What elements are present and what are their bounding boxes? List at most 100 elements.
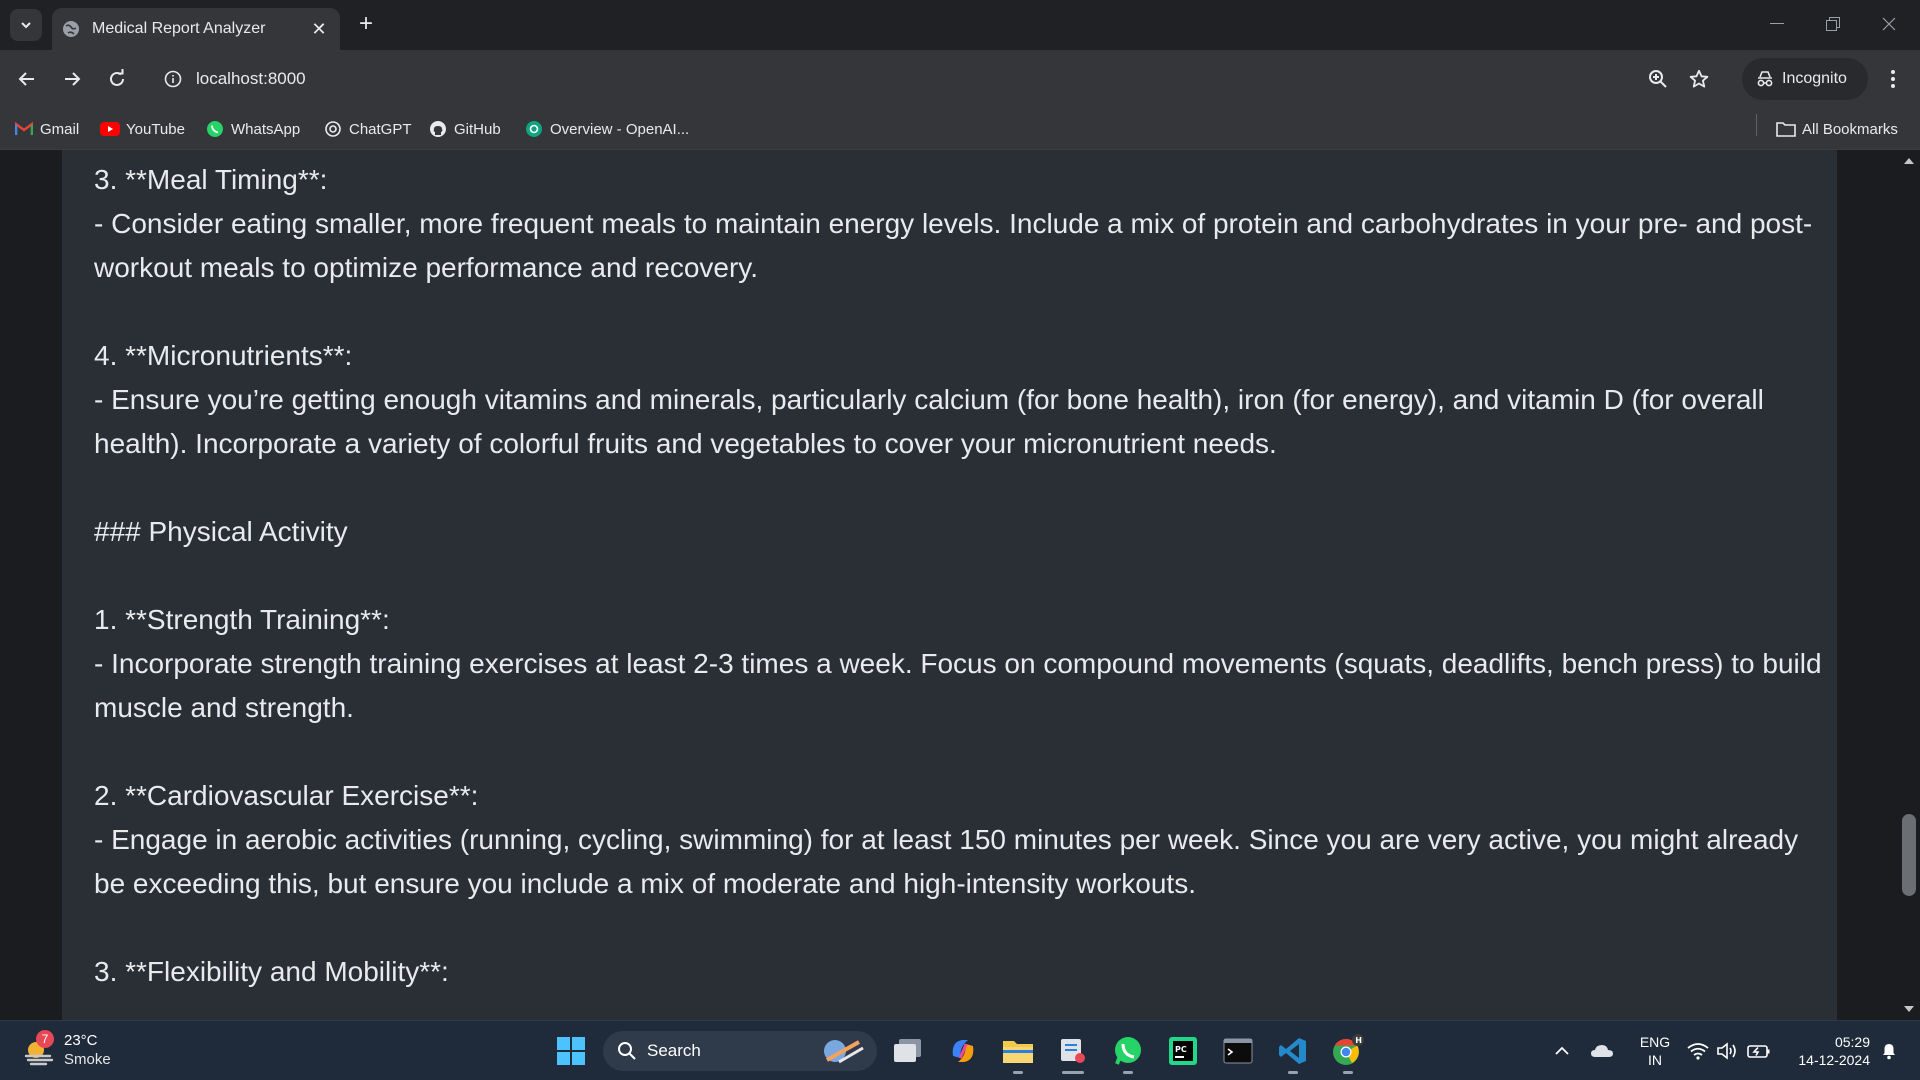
tab-close-icon[interactable]: ✕ <box>308 18 330 40</box>
bell-icon <box>1883 1044 1895 1060</box>
battery-button[interactable] <box>1744 1031 1774 1071</box>
minimize-icon <box>1770 23 1784 24</box>
arrow-left-icon <box>18 72 34 86</box>
task-view-button[interactable] <box>888 1031 928 1071</box>
chrome-button[interactable]: H <box>1328 1031 1368 1071</box>
new-tab-button[interactable]: + <box>352 10 380 38</box>
weather-condition: Smoke <box>64 1051 111 1068</box>
wifi-button[interactable] <box>1684 1031 1712 1071</box>
chatgpt-icon <box>323 119 343 139</box>
vscode-icon <box>1279 1038 1306 1064</box>
report-line: muscle and strength. <box>94 692 354 723</box>
folder-icon <box>1003 1041 1033 1063</box>
browser-titlebar: Medical Report Analyzer ✕ + <box>0 0 1920 50</box>
scroll-down-icon[interactable] <box>1903 1004 1915 1014</box>
close-window-button[interactable] <box>1866 8 1912 40</box>
report-line: 3. **Meal Timing**: <box>94 164 328 195</box>
running-indicator <box>1343 1071 1353 1074</box>
chevron-up-icon <box>1555 1046 1569 1055</box>
reload-button[interactable] <box>99 61 135 97</box>
whatsapp-icon <box>1115 1037 1141 1065</box>
bookmark-label: Overview - OpenAI... <box>550 120 690 138</box>
address-bar[interactable]: localhost:8000 <box>152 57 1682 101</box>
zoom-button[interactable] <box>1640 61 1676 97</box>
report-text: 3. **Meal Timing**: - Consider eating sm… <box>94 158 1874 994</box>
terminal-button[interactable] <box>1218 1031 1258 1071</box>
start-button[interactable] <box>551 1031 591 1071</box>
vscode-button[interactable] <box>1273 1031 1313 1071</box>
browser-tab-active[interactable]: Medical Report Analyzer ✕ <box>52 8 340 50</box>
scrollbar-thumb[interactable] <box>1902 814 1916 896</box>
youtube-icon <box>100 119 120 139</box>
gmail-icon <box>14 119 34 139</box>
section-heading: ### Physical Activity <box>94 516 348 547</box>
taskbar-search[interactable]: Search <box>603 1031 877 1071</box>
star-icon <box>1689 69 1709 88</box>
weather-smoke-icon: 7 <box>22 1030 56 1068</box>
file-explorer-button[interactable] <box>998 1031 1038 1071</box>
bookmark-openai-overview[interactable]: Overview - OpenAI... <box>524 116 689 142</box>
restore-button[interactable] <box>1810 8 1856 40</box>
report-line: - Ensure you’re getting enough vitamins … <box>94 384 1764 415</box>
page-viewport[interactable]: 3. **Meal Timing**: - Consider eating sm… <box>0 150 1920 1020</box>
bookmark-chatgpt[interactable]: ChatGPT <box>323 116 412 142</box>
windows-logo-icon <box>557 1037 585 1065</box>
minimize-button[interactable] <box>1754 8 1800 40</box>
page-scrollbar[interactable] <box>1898 150 1920 1020</box>
report-line: be exceeding this, but ensure you includ… <box>94 868 1196 899</box>
report-line: - Engage in aerobic activities (running,… <box>94 824 1799 855</box>
incognito-label: Incognito <box>1782 70 1847 87</box>
bookmark-star-button[interactable] <box>1681 61 1717 97</box>
language-indicator[interactable]: ENG IN <box>1634 1033 1676 1069</box>
openai-icon <box>524 119 544 139</box>
bookmark-github[interactable]: GitHub <box>428 116 501 142</box>
zoom-icon <box>1649 70 1667 88</box>
chrome-icon: H <box>1333 1034 1364 1065</box>
restore-icon <box>1826 17 1840 31</box>
back-button[interactable] <box>9 61 45 97</box>
chevron-down-icon <box>21 22 31 29</box>
bookmark-gmail[interactable]: Gmail <box>14 116 79 142</box>
report-line: 1. **Strength Training**: <box>94 604 390 635</box>
tab-search-button[interactable] <box>10 9 42 41</box>
info-icon[interactable] <box>164 70 182 88</box>
report-line: - Consider eating smaller, more frequent… <box>94 208 1813 239</box>
svg-text:PC: PC <box>1175 1045 1187 1054</box>
search-icon <box>618 1042 636 1060</box>
globe-icon <box>62 20 80 38</box>
all-bookmarks-button[interactable]: All Bookmarks <box>1776 116 1898 142</box>
clock-date: 14-12-2024 <box>1798 1052 1870 1068</box>
whatsapp-app-button[interactable] <box>1108 1031 1148 1071</box>
system-clock[interactable]: 05:29 14-12-2024 <box>1780 1033 1870 1069</box>
show-hidden-icons-button[interactable] <box>1550 1031 1574 1071</box>
snipping-tool-button[interactable] <box>1053 1031 1093 1071</box>
bookmarks-divider <box>1756 114 1757 136</box>
volume-button[interactable] <box>1714 1031 1742 1071</box>
pycharm-button[interactable]: PC <box>1163 1031 1203 1071</box>
search-label: Search <box>647 1041 701 1060</box>
url-text[interactable]: localhost:8000 <box>196 69 306 89</box>
bookmark-youtube[interactable]: YouTube <box>100 116 185 142</box>
report-line: 4. **Micronutrients**: <box>94 340 353 371</box>
copilot-button[interactable] <box>943 1031 983 1071</box>
running-indicator <box>1288 1071 1298 1074</box>
incognito-indicator[interactable]: Incognito <box>1742 58 1868 100</box>
terminal-icon <box>1223 1038 1253 1064</box>
browser-menu-button[interactable] <box>1878 61 1908 97</box>
weather-widget[interactable]: 7 23°C Smoke <box>22 1029 111 1073</box>
forward-button[interactable] <box>54 61 90 97</box>
wifi-icon <box>1687 1043 1709 1060</box>
arrow-right-icon <box>65 72 81 86</box>
scroll-up-icon[interactable] <box>1903 156 1915 166</box>
onedrive-button[interactable] <box>1588 1031 1616 1071</box>
bookmark-label: WhatsApp <box>231 120 301 138</box>
bookmark-label: ChatGPT <box>349 120 412 138</box>
notifications-button[interactable] <box>1874 1031 1904 1071</box>
report-line: 2. **Cardiovascular Exercise**: <box>94 780 479 811</box>
bookmark-whatsapp[interactable]: WhatsApp <box>205 116 300 142</box>
all-bookmarks-label: All Bookmarks <box>1802 120 1898 138</box>
